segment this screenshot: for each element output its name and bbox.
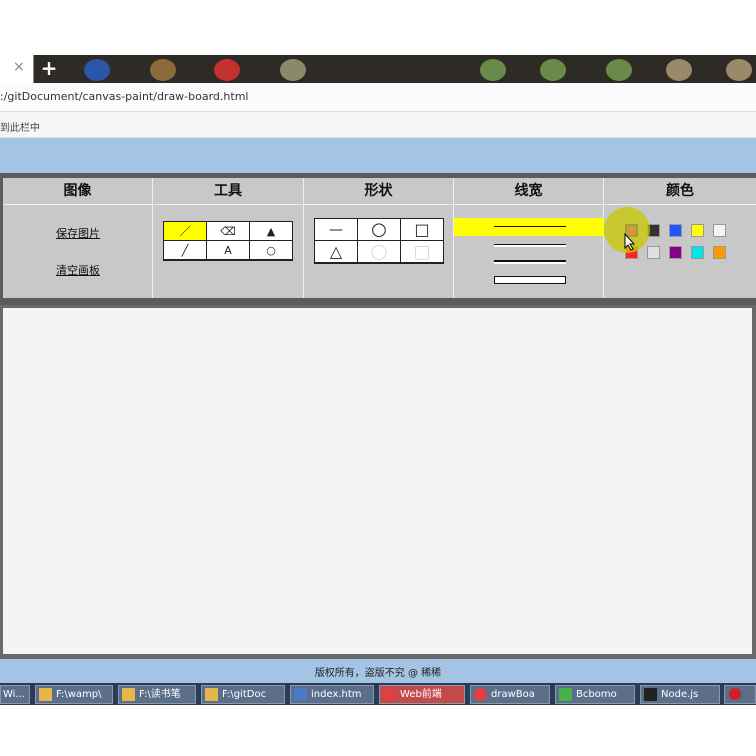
taskbar-item[interactable]: F:\读书笔 [118,685,196,704]
tab-favicon-blur-icon [214,59,240,81]
page-footer: 版权所有，盗版不究 @ 稀稀 [0,655,756,683]
taskbar-item[interactable]: Wi... [0,685,30,704]
app-icon [559,688,572,701]
browser-icon [474,688,487,701]
line-width-3-option[interactable] [494,260,566,264]
taskbar-item[interactable]: drawBoa [470,685,550,704]
os-taskbar: Wi... F:\wamp\ F:\读书笔 F:\gitDoc index.ht… [0,683,756,705]
save-image-button[interactable]: 保存图片 [38,225,118,241]
tab-favicon-blur-icon [150,59,176,81]
eyedropper-icon: ╱ [181,243,189,257]
magnifier-tool-button[interactable]: ○ [250,241,293,260]
color-swatch[interactable] [669,246,682,259]
circle-shape-button[interactable]: ○ [358,219,401,241]
taskbar-item[interactable]: Web前端 [379,685,465,704]
editor-icon [294,688,307,701]
text-tool-button[interactable]: A [207,241,250,260]
triangle-icon: △ [329,242,343,261]
section-title-line-width: 线宽 [454,178,603,205]
eraser-tool-button[interactable]: ⌫ [207,222,250,241]
section-image: 图像 保存图片 清空画板 [3,178,153,298]
taskbar-item[interactable]: F:\wamp\ [35,685,113,704]
filled-square-icon: ■ [414,242,430,261]
paint-bucket-tool-button[interactable]: ▲ [250,222,293,241]
bookmark-bar: 到此栏中 [0,112,756,138]
active-browser-tab[interactable]: × [0,55,34,83]
color-swatch[interactable] [669,224,682,237]
section-title-tools: 工具 [153,178,303,205]
circle-icon: ○ [371,219,387,240]
tab-favicon-blur-icon [606,59,632,81]
terminal-icon [644,688,657,701]
line-width-1-option[interactable] [454,218,604,236]
mouse-cursor-icon [624,233,636,251]
section-title-colors: 颜色 [604,178,756,205]
folder-icon [122,688,135,701]
line-width-5-option[interactable] [494,276,566,284]
color-swatch[interactable] [647,246,660,259]
section-line-width: 线宽 [454,178,604,298]
color-swatch[interactable] [691,224,704,237]
paint-bucket-icon: ▲ [266,224,276,238]
eyedropper-tool-button[interactable]: ╱ [164,241,207,260]
footer-copyright: 版权所有，盗版不究 @ 稀稀 [314,668,442,679]
triangle-shape-button[interactable]: △ [315,241,358,263]
page-header [0,138,756,173]
line-width-1-sample [494,226,566,227]
folder-icon [39,688,52,701]
filled-square-shape-button[interactable]: ■ [401,241,444,263]
tab-close-icon[interactable]: × [13,59,25,75]
bookmark-bar-text: 到此栏中 [0,123,40,134]
tab-favicon-blur-icon [280,59,306,81]
square-icon: □ [414,220,430,239]
color-swatch[interactable] [691,246,704,259]
pencil-tool-button[interactable]: ／ [164,222,207,241]
tab-favicon-blur-icon [726,59,752,81]
clear-board-button[interactable]: 清空画板 [38,262,118,278]
folder-icon [205,688,218,701]
taskbar-item[interactable]: F:\gitDoc [201,685,285,704]
magnifier-icon: ○ [266,243,276,257]
browser-icon [383,688,396,701]
section-tools: 工具 ／ ⌫ ▲ ╱ A ○ [153,178,304,298]
pencil-icon: ／ [179,225,191,238]
taskbar-item[interactable]: index.htm [290,685,374,704]
tab-favicon-blur-icon [84,59,110,81]
taskbar-tray-item[interactable] [724,685,756,704]
square-shape-button[interactable]: □ [401,219,444,241]
new-tab-button[interactable]: + [38,57,60,79]
line-shape-button[interactable]: — [315,219,358,241]
tab-favicon-blur-icon [666,59,692,81]
filled-circle-icon: ● [371,241,387,262]
screen: × + :/gitDocument/canvas-paint/draw-boar… [0,0,756,756]
section-title-shapes: 形状 [304,178,453,205]
browser-tab-strip: × + [0,55,756,83]
text-icon: A [224,243,232,257]
tab-favicon-blur-icon [480,59,506,81]
taskbar-item[interactable]: Node.js [640,685,720,704]
section-title-image: 图像 [3,178,152,205]
filled-circle-shape-button[interactable]: ● [358,241,401,263]
color-swatch[interactable] [713,246,726,259]
tray-app-icon [729,688,741,700]
section-shapes: 形状 — ○ □ △ ● ■ [304,178,454,298]
drawing-canvas[interactable] [3,308,752,654]
url-text[interactable]: :/gitDocument/canvas-paint/draw-board.ht… [0,90,248,103]
eraser-icon: ⌫ [220,224,236,238]
line-width-2-option[interactable] [494,244,566,247]
canvas-frame [0,305,756,655]
color-swatch[interactable] [713,224,726,237]
line-icon: — [329,221,343,238]
tab-favicon-blur-icon [540,59,566,81]
taskbar-item[interactable]: Bcbomo [555,685,635,704]
address-bar[interactable]: :/gitDocument/canvas-paint/draw-board.ht… [0,83,756,112]
